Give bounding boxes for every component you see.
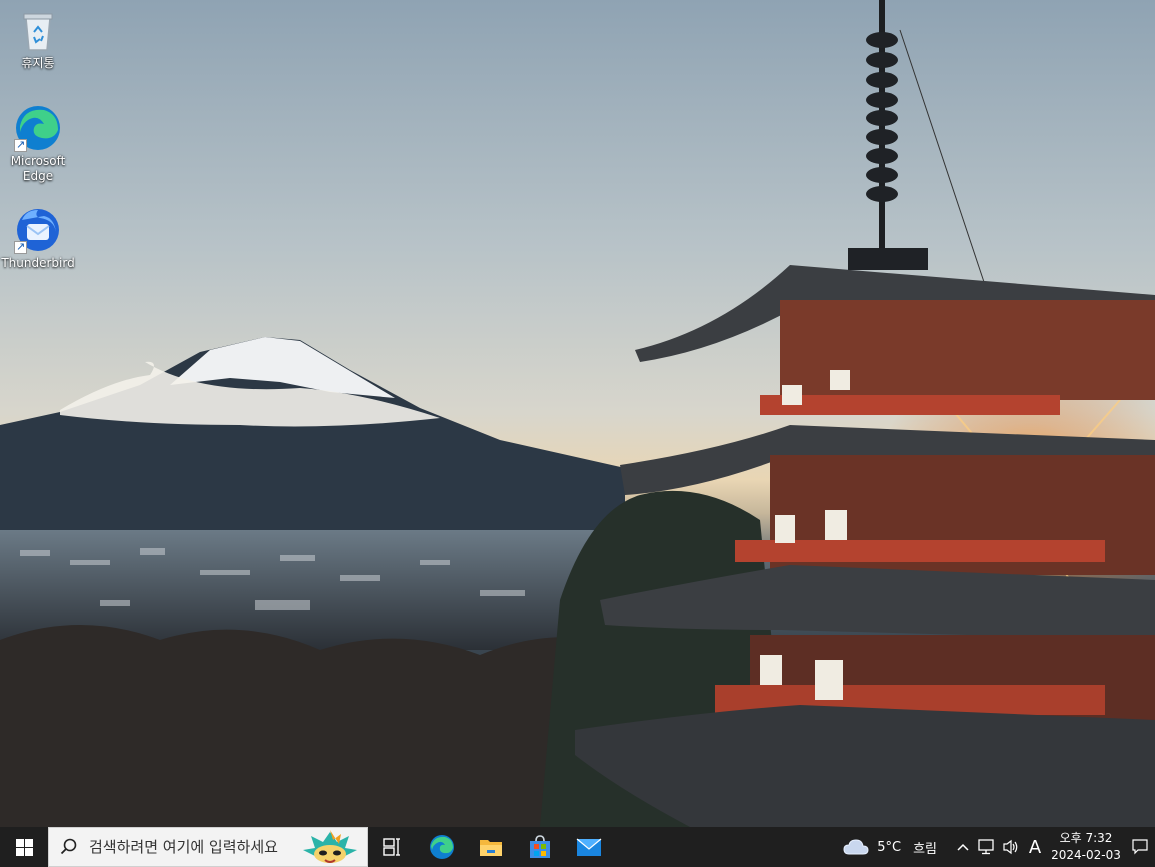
cloud-icon [843, 839, 869, 855]
edge-icon [14, 104, 62, 152]
notification-icon [1132, 839, 1148, 855]
chevron-up-icon [957, 843, 969, 851]
desktop-icon-microsoft-edge[interactable]: Microsoft Edge [2, 104, 74, 184]
recycle-bin-icon [14, 6, 62, 54]
shortcut-arrow-icon [14, 137, 27, 152]
notification-center-button[interactable] [1125, 839, 1155, 855]
task-view-icon [382, 838, 400, 856]
show-hidden-icons-button[interactable] [951, 827, 975, 867]
desktop-icon-thunderbird[interactable]: Thunderbird [1, 206, 75, 271]
wallpaper-image [0, 0, 1155, 827]
weather-temperature: 5°C [877, 839, 902, 855]
mail-icon [576, 838, 601, 856]
thunderbird-icon [14, 206, 62, 254]
edge-icon [429, 835, 454, 859]
desktop-icon-recycle-bin[interactable]: 휴지통 [2, 6, 74, 71]
input-method-indicator[interactable]: A [1023, 827, 1047, 867]
start-button[interactable] [0, 827, 48, 867]
taskbar-mail-button[interactable] [564, 827, 613, 867]
taskbar: 5°C 흐림 A 오후 7:32 2024-02-03 [0, 827, 1155, 867]
volume-button[interactable] [999, 827, 1023, 867]
task-view-button[interactable] [368, 827, 417, 867]
desktop-icon-label: Microsoft Edge [10, 154, 66, 183]
taskbar-file-explorer-button[interactable] [466, 827, 515, 867]
microsoft-store-icon [529, 835, 550, 858]
clock-time: 오후 7:32 [1059, 831, 1113, 845]
taskbar-edge-button[interactable] [417, 827, 466, 867]
desktop-icon-label: Thunderbird [1, 256, 75, 270]
network-icon [978, 839, 994, 855]
shortcut-arrow-icon [14, 239, 27, 254]
taskbar-search-box[interactable] [48, 827, 368, 867]
weather-widget[interactable]: 5°C 흐림 [843, 838, 937, 857]
search-input[interactable] [89, 838, 309, 856]
search-icon [49, 838, 89, 856]
search-highlight-image[interactable] [295, 828, 365, 866]
speaker-icon [1003, 839, 1018, 855]
taskbar-microsoft-store-button[interactable] [515, 827, 564, 867]
desktop-icon-label: 휴지통 [21, 56, 55, 70]
system-tray: 5°C 흐림 A 오후 7:32 2024-02-03 [843, 827, 1155, 867]
windows-logo-icon [15, 838, 33, 856]
clock-date: 2024-02-03 [1051, 848, 1121, 862]
taskbar-clock[interactable]: 오후 7:32 2024-02-03 [1047, 830, 1125, 864]
desktop[interactable]: 휴지통 Microsoft Edge Thunderbird [0, 0, 1155, 827]
network-button[interactable] [975, 827, 999, 867]
file-explorer-icon [479, 840, 502, 856]
weather-condition: 흐림 [913, 841, 937, 857]
